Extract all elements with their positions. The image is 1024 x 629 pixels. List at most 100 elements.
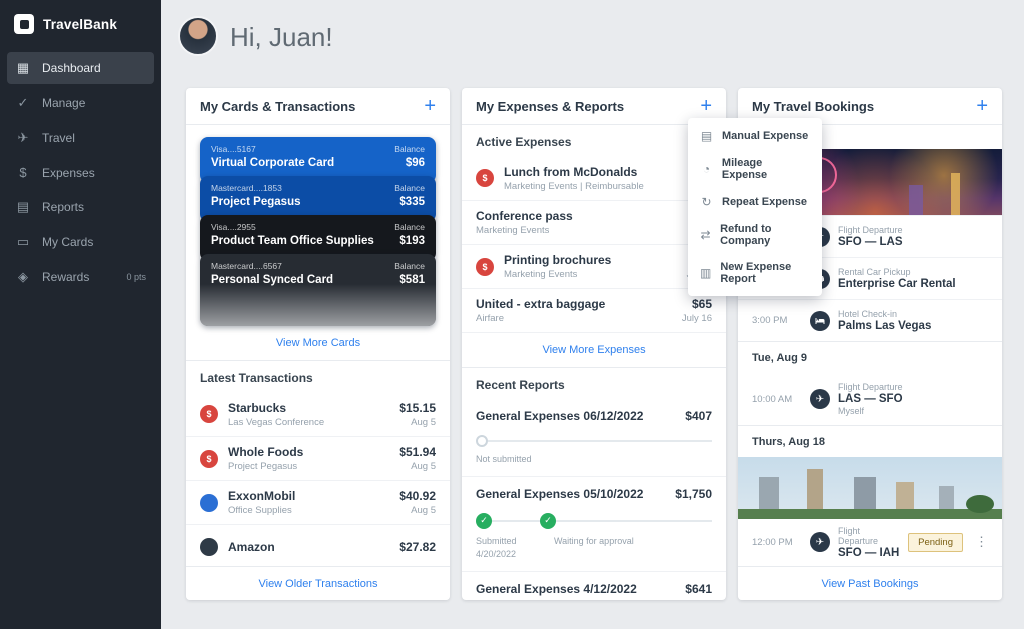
expense-row[interactable]: United - extra baggage Airfare $65 July … <box>462 288 726 332</box>
rewards-points-badge: 0 pts <box>126 272 146 282</box>
expense-row[interactable]: $ Lunch from McDonalds Marketing Events … <box>462 156 726 200</box>
view-older-transactions-link[interactable]: View Older Transactions <box>186 566 450 600</box>
bed-icon <box>810 311 830 331</box>
transaction-amount: $27.82 <box>399 540 436 554</box>
sidebar-item-label: Travel <box>42 131 75 145</box>
check-glyph: ✓ <box>544 515 552 526</box>
report-progress: ✓ ✓ <box>476 513 712 529</box>
sidebar-item-manage[interactable]: ✓ Manage <box>7 87 154 119</box>
date-divider: Thurs, Aug 18 <box>738 425 1002 457</box>
credit-card[interactable]: Mastercard....6567 Personal Synced Card … <box>200 254 436 326</box>
add-card-button[interactable]: + <box>424 96 436 116</box>
transaction-row[interactable]: $ Starbucks Las Vegas Conference $15.15 … <box>186 392 450 436</box>
menu-item-label: Repeat Expense <box>722 196 807 208</box>
booking-row-flight[interactable]: 10:00 AM ✈ Flight Departure LAS — SFO My… <box>738 373 1002 425</box>
sidebar-item-label: Manage <box>42 96 85 110</box>
sidebar-nav: ▦ Dashboard ✓ Manage ✈ Travel $ Expenses… <box>0 52 161 293</box>
add-booking-button[interactable]: + <box>976 96 988 116</box>
travelbank-logo-icon <box>14 14 34 34</box>
menu-item-manual-expense[interactable]: ▤ Manual Expense <box>688 122 822 150</box>
booking-row-flight[interactable]: 12:00 PM ✈ Flight Departure SFO — IAH Pe… <box>738 519 1002 565</box>
new-expense-dropdown-menu: ▤ Manual Expense ◔ Mileage Expense ↻ Rep… <box>688 118 822 296</box>
dollar-glyph: $ <box>206 454 211 464</box>
expense-icon: $ <box>476 169 494 187</box>
view-past-bookings-link[interactable]: View Past Bookings <box>738 566 1002 600</box>
menu-item-mileage-expense[interactable]: ◔ Mileage Expense <box>688 150 822 188</box>
repeat-icon: ↻ <box>700 195 713 209</box>
sidebar-item-expenses[interactable]: $ Expenses <box>7 157 154 188</box>
card-balance: $581 <box>394 274 425 286</box>
building-shape <box>759 477 779 509</box>
rewards-icon: ◈ <box>15 269 31 285</box>
report-amount: $407 <box>685 409 712 423</box>
more-options-icon[interactable]: ⋮ <box>975 534 988 550</box>
sidebar-item-dashboard[interactable]: ▦ Dashboard <box>7 52 154 84</box>
active-expenses-label: Active Expenses <box>462 125 726 156</box>
expense-date: July 16 <box>682 313 712 324</box>
booking-type: Rental Car Pickup <box>838 267 988 277</box>
report-icon: ▥ <box>700 266 711 280</box>
booking-name: SFO — IAH <box>838 547 900 559</box>
transaction-row[interactable]: ExxonMobil Office Supplies $40.92 Aug 5 <box>186 480 450 524</box>
mileage-icon: ◔ <box>700 162 713 176</box>
menu-item-repeat-expense[interactable]: ↻ Repeat Expense <box>688 188 822 216</box>
report-row[interactable]: General Expenses 05/10/2022 $1,750 ✓ ✓ S… <box>462 476 726 571</box>
sidebar-item-rewards[interactable]: ◈ Rewards 0 pts <box>7 261 154 293</box>
booking-name: SFO — LAS <box>838 236 988 248</box>
progress-track <box>488 440 712 442</box>
my-cards-icon: ▭ <box>15 234 31 250</box>
booking-type: Hotel Check-in <box>838 309 988 319</box>
transaction-detail: Las Vegas Conference <box>228 417 389 428</box>
dollar-glyph: $ <box>482 262 487 272</box>
card-balance: $96 <box>394 157 425 169</box>
receipt-icon: ▤ <box>700 129 713 143</box>
report-name: General Expenses 06/12/2022 <box>476 409 643 423</box>
balance-label: Balance <box>394 183 425 193</box>
view-more-cards-link[interactable]: View More Cards <box>186 326 450 360</box>
refund-icon: ⇄ <box>700 228 711 242</box>
brand-name: TravelBank <box>43 17 117 32</box>
booking-name: Palms Las Vegas <box>838 320 988 332</box>
transaction-date: Aug 5 <box>399 461 436 472</box>
dashboard-icon: ▦ <box>15 60 31 76</box>
transaction-name: ExxonMobil <box>228 489 389 503</box>
check-icon: ✓ <box>476 513 492 529</box>
booking-row-hotel[interactable]: 3:00 PM Hotel Check-in Palms Las Vegas <box>738 299 1002 341</box>
menu-item-refund-to-company[interactable]: ⇄ Refund to Company <box>688 216 822 254</box>
sidebar-item-my-cards[interactable]: ▭ My Cards <box>7 226 154 258</box>
report-status-mid: Waiting for approval <box>554 535 634 562</box>
travel-icon: ✈ <box>15 130 31 146</box>
report-status: Submitted <box>476 535 554 549</box>
sidebar-item-reports[interactable]: ▤ Reports <box>7 191 154 223</box>
report-row[interactable]: General Expenses 4/12/2022 $641 ✓ ✓ <box>462 571 726 601</box>
balance-label: Balance <box>394 144 425 154</box>
progress-step-icon <box>476 435 488 447</box>
booking-name: LAS — SFO <box>838 393 988 405</box>
booking-time: 10:00 AM <box>752 394 802 405</box>
balance-label: Balance <box>394 222 425 232</box>
expense-row[interactable]: Conference pass Marketing Events <box>462 200 726 244</box>
card-number: Visa....2955 <box>211 222 374 232</box>
houston-photo <box>738 457 1002 519</box>
transaction-row[interactable]: $ Whole Foods Project Pegasus $51.94 Aug… <box>186 436 450 480</box>
view-more-expenses-link[interactable]: View More Expenses <box>462 332 726 367</box>
expenses-panel-header: My Expenses & Reports + <box>462 88 726 125</box>
status-badge: Pending <box>908 533 963 552</box>
menu-item-new-expense-report[interactable]: ▥ New Expense Report <box>688 254 822 292</box>
transaction-row[interactable]: Amazon $27.82 <box>186 524 450 566</box>
expense-row[interactable]: $ Printing brochures Marketing Events $1… <box>462 244 726 288</box>
add-expense-button[interactable]: + <box>700 96 712 116</box>
dollar-glyph: $ <box>482 173 487 183</box>
card-number: Mastercard....6567 <box>211 261 333 271</box>
dollar-glyph: $ <box>206 409 211 419</box>
menu-item-label: Mileage Expense <box>722 157 810 181</box>
report-status: Not submitted <box>476 453 532 467</box>
avatar[interactable] <box>178 16 218 56</box>
expense-name: Lunch from McDonalds <box>504 165 702 179</box>
cards-panel-title: My Cards & Transactions <box>200 99 355 114</box>
sidebar-item-travel[interactable]: ✈ Travel <box>7 122 154 154</box>
report-row[interactable]: General Expenses 06/12/2022 $407 Not sub… <box>462 399 726 476</box>
report-name: General Expenses 4/12/2022 <box>476 582 637 596</box>
progress-track <box>492 520 540 522</box>
tree-shape <box>966 495 994 513</box>
